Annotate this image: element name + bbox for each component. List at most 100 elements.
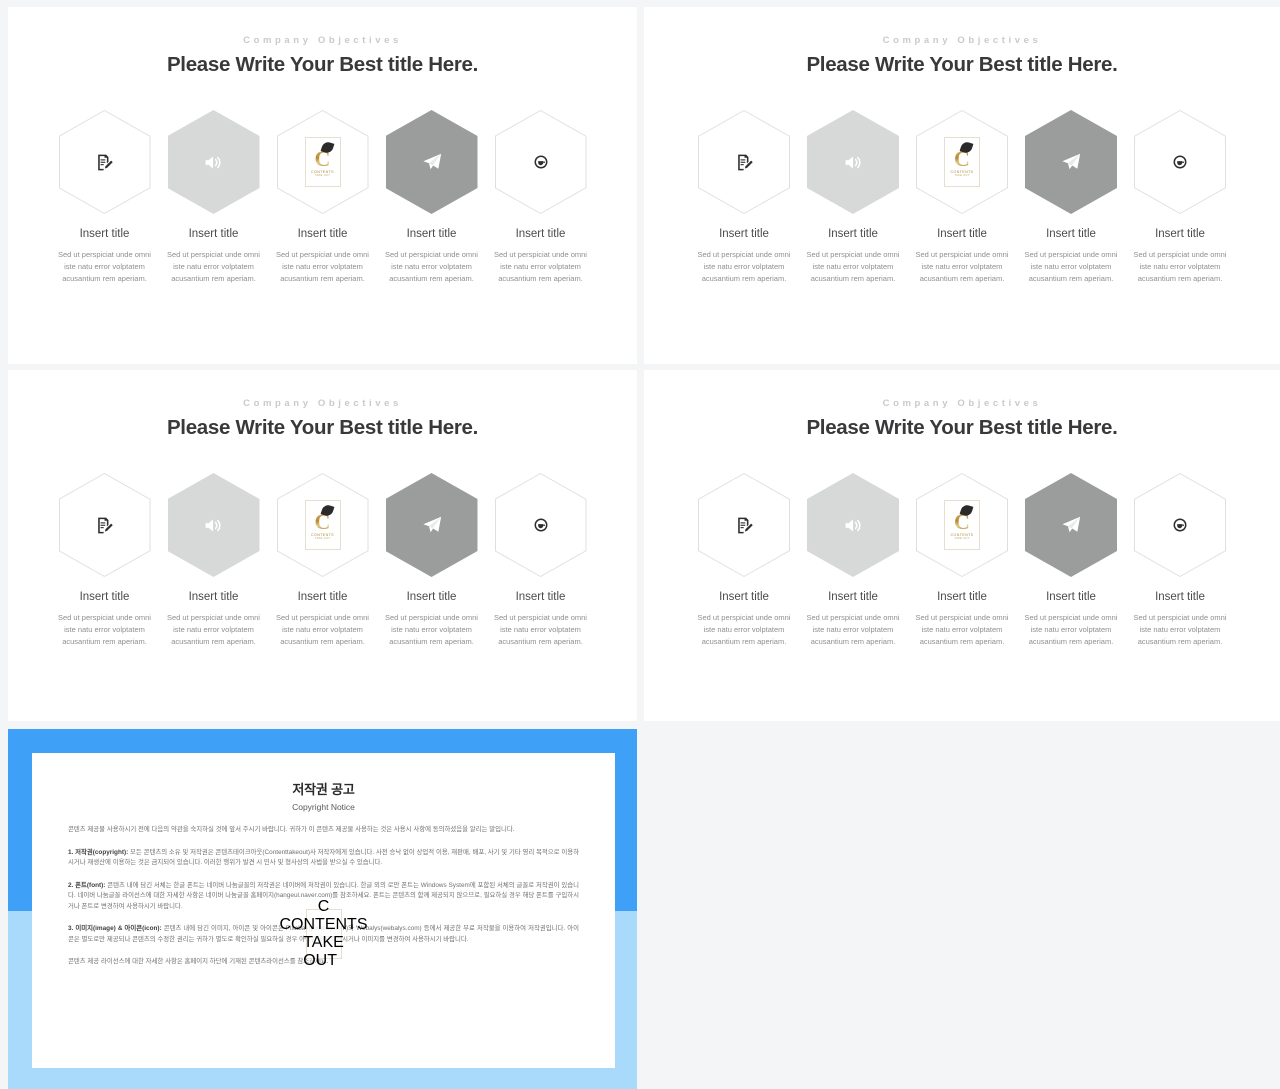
hexagon-shape[interactable] — [698, 473, 790, 577]
hexagon-card[interactable]: Insert title Sed ut perspiciat unde omni … — [1017, 110, 1126, 286]
watermark-line2: TAKE OUT — [314, 537, 331, 540]
hexagon-card[interactable]: Insert title Sed ut perspiciat unde omni … — [799, 110, 908, 286]
watermark-line2: TAKE OUT — [954, 174, 970, 177]
copyright-intro: 콘텐츠 제공물 사용하시기 전에 다음의 약관을 숙지하실 것에 앞서 주시기 … — [68, 826, 515, 833]
card-body: Sed ut perspiciat unde omni iste natu er… — [806, 250, 900, 284]
hexagon-card-row: Insert title Sed ut perspiciat unde omni … — [8, 110, 637, 286]
hexagon-shape[interactable] — [807, 110, 899, 214]
card-body: Sed ut perspiciat unde omni iste natu er… — [1024, 250, 1118, 284]
watermark-letter: C — [317, 898, 330, 915]
card-body: Sed ut perspiciat unde omni iste natu er… — [915, 613, 1009, 647]
paper-plane-icon — [415, 508, 449, 542]
slide-eyebrow: Company Objectives — [882, 35, 1042, 46]
hexagon-shape[interactable] — [385, 110, 478, 214]
slide-bottom-left[interactable]: Company Objectives Please Write Your Bes… — [8, 370, 637, 721]
card-title: Insert title — [1046, 591, 1096, 603]
hexagon-shape[interactable]: C CONTENTS TAKE OUT — [276, 473, 369, 577]
copyright-page: 저작권 공고 Copyright Notice 콘텐츠 제공물 사용하시기 전에… — [32, 753, 615, 1068]
hexagon-card[interactable]: Insert title Sed ut perspiciat unde omni … — [1126, 110, 1235, 286]
speaker-icon — [836, 145, 870, 179]
hexagon-card[interactable]: Insert title Sed ut perspiciat unde omni … — [377, 110, 486, 286]
hexagon-shape[interactable]: C CONTENTS TAKE OUT — [276, 110, 369, 214]
speaker-icon — [836, 508, 870, 542]
hexagon-shape[interactable] — [1134, 110, 1226, 214]
hexagon-shape[interactable] — [494, 110, 587, 214]
hexagon-shape[interactable] — [167, 473, 260, 577]
hexagon-shape[interactable]: C CONTENTS TAKE OUT — [916, 473, 1008, 577]
hexagon-shape[interactable] — [1025, 473, 1117, 577]
hexagon-shape[interactable]: C CONTENTS TAKE OUT — [916, 110, 1008, 214]
card-title: Insert title — [297, 228, 348, 240]
speaker-icon — [205, 518, 221, 532]
hexagon-card[interactable]: C CONTENTS TAKE OUT Insert title Sed ut pers… — [908, 110, 1017, 286]
note-edit-icon — [727, 145, 761, 179]
card-title: Insert title — [297, 591, 348, 603]
card-title: Insert title — [937, 228, 987, 240]
coffee-cup-icon — [524, 145, 558, 179]
hexagon-shape[interactable] — [1025, 110, 1117, 214]
hexagon-shape[interactable] — [58, 473, 151, 577]
hexagon-card[interactable]: Insert title Sed ut perspiciat unde omni … — [1126, 473, 1235, 649]
coffee-cup-icon — [534, 518, 547, 532]
hexagon-shape[interactable] — [807, 473, 899, 577]
card-body: Sed ut perspiciat unde omni iste natu er… — [1024, 613, 1118, 647]
hexagon-card[interactable]: C CONTENTS TAKE OUT Insert title Sed ut pers… — [268, 110, 377, 286]
watermark-line2: TAKE OUT — [954, 537, 970, 540]
card-body: Sed ut perspiciat unde omni iste natu er… — [276, 613, 369, 647]
hexagon-shape[interactable] — [385, 473, 478, 577]
hexagon-shape[interactable] — [58, 110, 151, 214]
card-title: Insert title — [1155, 591, 1205, 603]
coffee-cup-icon — [1163, 508, 1197, 542]
card-body: Sed ut perspiciat unde omni iste natu er… — [915, 250, 1009, 284]
slide-copyright-notice[interactable]: 저작권 공고 Copyright Notice 콘텐츠 제공물 사용하시기 전에… — [8, 729, 637, 1089]
card-title: Insert title — [1155, 228, 1205, 240]
slide-eyebrow: Company Objectives — [243, 35, 402, 46]
hexagon-shape[interactable] — [167, 110, 260, 214]
hexagon-card[interactable]: Insert title Sed ut perspiciat unde omni … — [159, 110, 268, 286]
speaker-icon — [205, 155, 221, 169]
watermark-logo: C CONTENTS TAKE OUT — [944, 137, 980, 187]
hexagon-card[interactable]: Insert title Sed ut perspiciat unde omni … — [377, 473, 486, 649]
hexagon-card[interactable]: C CONTENTS TAKE OUT Insert title Sed ut pers… — [268, 473, 377, 649]
hexagon-card[interactable]: Insert title Sed ut perspiciat unde omni … — [50, 110, 159, 286]
card-title: Insert title — [515, 591, 566, 603]
copyright-subtitle: Copyright Notice — [292, 802, 355, 812]
slide-top-right[interactable]: Company Objectives Please Write Your Bes… — [644, 7, 1280, 364]
card-body: Sed ut perspiciat unde omni iste natu er… — [494, 250, 587, 284]
hexagon-card[interactable]: Insert title Sed ut perspiciat unde omni … — [486, 110, 595, 286]
hexagon-card[interactable]: Insert title Sed ut perspiciat unde omni … — [799, 473, 908, 649]
hexagon-card[interactable]: Insert title Sed ut perspiciat unde omni … — [50, 473, 159, 649]
watermark-line1: CONTENTS — [279, 916, 368, 933]
paper-plane-icon — [1062, 153, 1081, 170]
hexagon-shape[interactable] — [698, 110, 790, 214]
hexagon-card[interactable]: Insert title Sed ut perspiciat unde omni … — [1017, 473, 1126, 649]
card-body: Sed ut perspiciat unde omni iste natu er… — [1133, 613, 1227, 647]
card-body: Sed ut perspiciat unde omni iste natu er… — [167, 250, 260, 284]
hexagon-card[interactable]: C CONTENTS TAKE OUT Insert title Sed ut pers… — [908, 473, 1017, 649]
coffee-cup-icon — [524, 508, 558, 542]
card-title: Insert title — [79, 591, 130, 603]
card-title: Insert title — [406, 228, 457, 240]
watermark-logo: C CONTENTS TAKE OUT — [280, 898, 368, 969]
hexagon-card[interactable]: Insert title Sed ut perspiciat unde omni … — [690, 473, 799, 649]
watermark-logo: C CONTENTS TAKE OUT — [304, 137, 341, 187]
hexagon-card[interactable]: Insert title Sed ut perspiciat unde omni … — [690, 110, 799, 286]
slide-bottom-right[interactable]: Company Objectives Please Write Your Bes… — [644, 370, 1280, 721]
hexagon-card[interactable]: Insert title Sed ut perspiciat unde omni … — [486, 473, 595, 649]
watermark-logo: C CONTENTS TAKE OUT — [944, 500, 980, 550]
hexagon-card[interactable]: Insert title Sed ut perspiciat unde omni … — [159, 473, 268, 649]
speaker-icon — [845, 518, 860, 532]
slide-headline: Please Write Your Best title Here. — [166, 53, 479, 76]
card-title: Insert title — [719, 591, 769, 603]
copyright-section-1-text: 모든 콘텐츠의 소유 및 저작권은 콘텐츠테이크아웃(Contenttakeou… — [68, 848, 579, 867]
watermark-line2: TAKE OUT — [314, 174, 331, 177]
paper-plane-icon — [415, 145, 449, 179]
slide-top-left[interactable]: Company Objectives Please Write Your Bes… — [8, 7, 637, 364]
card-body: Sed ut perspiciat unde omni iste natu er… — [1133, 250, 1227, 284]
watermark-logo: C CONTENTS TAKE OUT — [304, 500, 341, 550]
slide-eyebrow: Company Objectives — [243, 398, 402, 409]
hexagon-shape[interactable] — [1134, 473, 1226, 577]
hexagon-shape[interactable] — [494, 473, 587, 577]
slide-headline: Please Write Your Best title Here. — [806, 416, 1118, 439]
coffee-cup-icon — [534, 155, 547, 169]
